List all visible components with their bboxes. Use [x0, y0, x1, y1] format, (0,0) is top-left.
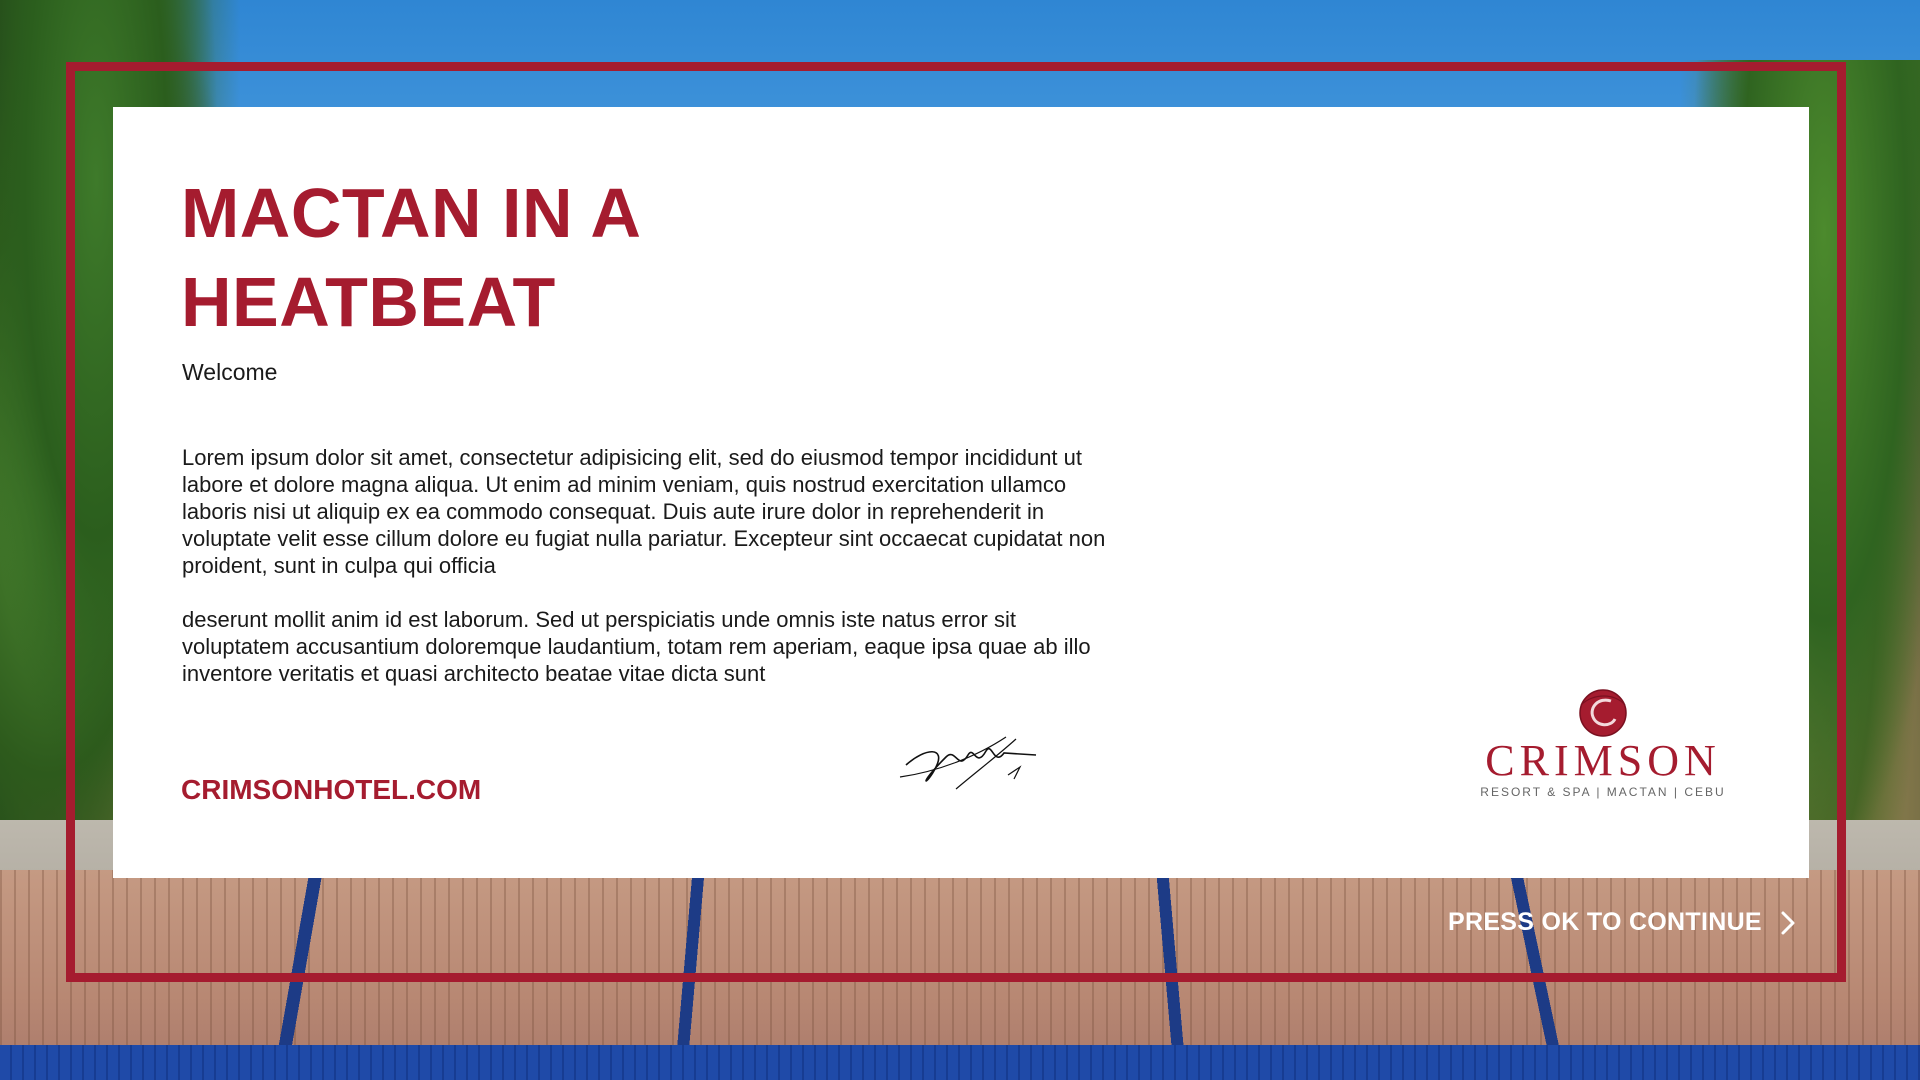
content-card: MACTAN IN A HEATBEAT Welcome Lorem ipsum… [113, 107, 1809, 878]
welcome-text: Welcome [182, 359, 278, 385]
website-link[interactable]: CRIMSONHOTEL.COM [181, 774, 481, 806]
logo-name: CRIMSON [1485, 736, 1721, 785]
page-title: MACTAN IN A HEATBEAT [181, 169, 741, 347]
chevron-right-icon [1781, 911, 1795, 934]
title-line-1: MACTAN IN A [181, 174, 642, 252]
background-pool [0, 1045, 1920, 1080]
continue-button[interactable]: PRESS OK TO CONTINUE [1448, 908, 1796, 937]
signature-icon [899, 736, 1037, 790]
logo-tagline: RESORT & SPA | MACTAN | CEBU [1480, 785, 1726, 799]
body-paragraph-2: deserunt mollit anim id est laborum. Sed… [182, 607, 1091, 686]
continue-label: PRESS OK TO CONTINUE [1448, 908, 1762, 936]
crimson-logo: CRIMSON RESORT & SPA | MACTAN | CEBU [1473, 687, 1733, 799]
body-paragraph-1: Lorem ipsum dolor sit amet, consectetur … [182, 445, 1106, 578]
crimson-circle-logo-icon [1579, 689, 1627, 737]
body-text: Lorem ipsum dolor sit amet, consectetur … [182, 444, 1112, 714]
title-line-2: HEATBEAT [181, 263, 556, 341]
